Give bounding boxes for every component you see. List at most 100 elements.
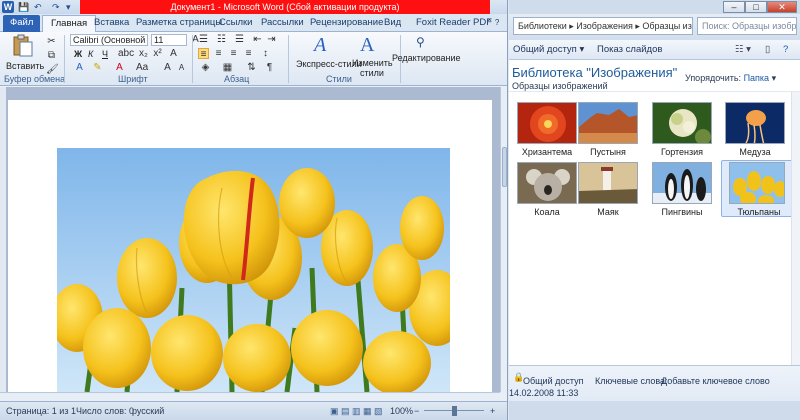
search-input[interactable]: Поиск: Образцы изображений: [697, 17, 797, 35]
ribbon: Вставить ✂ ⧉ 🖌 Буфер обмена Calibri (Осн…: [0, 32, 507, 86]
status-bar: Страница: 1 из 1 Число слов: 0 русский ▣…: [0, 401, 507, 420]
ribbon-collapse-icon[interactable]: ⌃ ?: [486, 15, 499, 32]
redo-icon[interactable]: ↷: [52, 1, 60, 13]
arrange-by[interactable]: Упорядочить: Папка ▾: [685, 73, 776, 84]
font-color-icon[interactable]: A: [114, 62, 125, 73]
item-label[interactable]: Медуза: [717, 147, 793, 157]
save-icon[interactable]: 💾: [18, 1, 29, 13]
word-vertical-scrollbar[interactable]: [500, 87, 507, 392]
tab-page-layout[interactable]: Разметка страницы: [136, 15, 222, 32]
tulips-image[interactable]: [57, 148, 450, 392]
slideshow-button[interactable]: Показ слайдов: [597, 40, 662, 60]
zoom-level[interactable]: 100%: [390, 402, 413, 420]
preview-pane-icon[interactable]: ▯: [765, 40, 770, 60]
highlight-icon[interactable]: ✎: [92, 62, 103, 73]
library-header: Библиотека "Изображения" Образцы изображ…: [509, 60, 800, 92]
grow-font-icon-2[interactable]: A: [162, 62, 173, 73]
superscript-icon[interactable]: x²: [152, 48, 163, 59]
underline-button[interactable]: Ч: [102, 48, 108, 60]
quick-access-menu-icon[interactable]: ▾: [66, 1, 71, 13]
shrink-font-icon[interactable]: A: [176, 62, 187, 73]
copy-icon[interactable]: ⧉: [46, 50, 57, 61]
details-share-label[interactable]: Общий доступ: [523, 376, 583, 386]
shading-icon[interactable]: ◈: [200, 62, 211, 73]
chrysanthemum-picture: [518, 103, 576, 143]
language-indicator[interactable]: русский: [132, 402, 164, 420]
thumbnail-penguins[interactable]: [652, 162, 712, 204]
sort-icon[interactable]: ⇅: [246, 62, 257, 73]
subscript-icon[interactable]: x₂: [138, 48, 149, 59]
zoom-out-button[interactable]: −: [414, 402, 419, 420]
window-title: Документ1 - Microsoft Word (Сбой активац…: [80, 0, 490, 14]
bold-button[interactable]: Ж: [74, 48, 82, 60]
thumbnail-tulips[interactable]: [729, 162, 785, 204]
hydrangeas-picture: [653, 103, 711, 143]
decrease-indent-icon[interactable]: ⇤: [252, 34, 263, 45]
keywords-input[interactable]: Добавьте ключевое слово: [661, 376, 770, 386]
tab-insert[interactable]: Вставка: [94, 15, 129, 32]
align-left-icon[interactable]: ≡: [198, 48, 209, 60]
tab-foxit[interactable]: Foxit Reader PDF: [416, 15, 492, 32]
change-case-icon[interactable]: Aa: [136, 62, 148, 73]
thumbnail-desert[interactable]: [578, 102, 638, 144]
express-styles-button[interactable]: A Экспресс-стили: [294, 34, 362, 74]
tab-mailings[interactable]: Рассылки: [261, 15, 304, 32]
thumbnail-lighthouse[interactable]: [578, 162, 638, 204]
tab-file[interactable]: Файл: [3, 15, 41, 32]
close-button[interactable]: ✕: [767, 1, 797, 13]
italic-button[interactable]: К: [88, 48, 93, 60]
paste-icon: [13, 34, 33, 57]
page-counter[interactable]: Страница: 1 из 1: [6, 402, 76, 420]
item-label[interactable]: Пустыня: [570, 147, 646, 157]
keywords-label: Ключевые слова:: [595, 376, 668, 386]
align-center-icon[interactable]: ≡: [213, 48, 224, 59]
clear-format-icon[interactable]: A: [168, 48, 179, 59]
word-horizontal-scrollbar[interactable]: [0, 392, 500, 401]
numbering-icon[interactable]: ☷: [216, 34, 227, 45]
maximize-button[interactable]: □: [745, 1, 767, 13]
undo-icon[interactable]: ↶: [34, 1, 42, 13]
scroll-thumb[interactable]: [502, 147, 507, 187]
tab-references[interactable]: Ссылки: [219, 15, 252, 32]
change-styles-button[interactable]: A Изменить стили: [352, 34, 393, 78]
justify-icon[interactable]: ≡: [243, 48, 254, 59]
thumbnail-hydrangeas[interactable]: [652, 102, 712, 144]
zoom-in-button[interactable]: +: [490, 402, 495, 420]
tab-view[interactable]: Вид: [384, 15, 401, 32]
help-icon[interactable]: ?: [783, 40, 788, 60]
increase-indent-icon[interactable]: ⇥: [266, 34, 277, 45]
tab-review[interactable]: Рецензирование: [310, 15, 383, 32]
thumbnail-koala[interactable]: [517, 162, 577, 204]
editing-button[interactable]: ⚲ Редактирование: [392, 34, 461, 74]
thumbnail-jellyfish[interactable]: [725, 102, 785, 144]
view-buttons-icon[interactable]: ▣ ▤ ▥ ▦ ▧: [330, 402, 383, 420]
strikethrough-icon[interactable]: abc: [118, 48, 134, 59]
view-options-icon[interactable]: ☷ ▾: [735, 40, 751, 60]
cut-icon[interactable]: ✂: [46, 36, 57, 47]
thumbnail-chrysanthemum[interactable]: [517, 102, 577, 144]
tab-home[interactable]: Главная: [42, 15, 97, 32]
word-count[interactable]: Число слов: 0: [76, 402, 134, 420]
multilevel-icon[interactable]: ☰: [234, 34, 245, 45]
font-family-select[interactable]: Calibri (Основной те: [70, 34, 148, 46]
share-button[interactable]: Общий доступ ▾: [513, 40, 584, 60]
item-label[interactable]: Тюльпаны: [721, 207, 797, 217]
font-size-select[interactable]: 11: [151, 34, 187, 46]
word-logo-icon: W: [2, 1, 14, 13]
bullets-icon[interactable]: ☰: [198, 34, 209, 45]
borders-icon[interactable]: ▦: [222, 62, 233, 73]
item-label[interactable]: Пингвины: [644, 207, 720, 217]
minimize-button[interactable]: –: [723, 1, 745, 13]
item-label[interactable]: Гортензия: [644, 147, 720, 157]
line-spacing-icon[interactable]: ↕: [260, 48, 271, 59]
text-effects-icon[interactable]: A: [74, 62, 85, 73]
explorer-scrollbar[interactable]: [791, 92, 800, 365]
arrange-value[interactable]: Папка: [744, 73, 770, 83]
align-right-icon[interactable]: ≡: [228, 48, 239, 59]
zoom-slider-handle[interactable]: [452, 406, 457, 416]
paste-button[interactable]: Вставить: [6, 34, 44, 74]
show-marks-icon[interactable]: ¶: [264, 62, 275, 73]
date-value: 14.02.2008 11:33: [509, 388, 579, 398]
item-label[interactable]: Маяк: [570, 207, 646, 217]
address-bar[interactable]: Библиотеки ▸ Изображения ▸ Образцы изобр…: [513, 17, 693, 35]
